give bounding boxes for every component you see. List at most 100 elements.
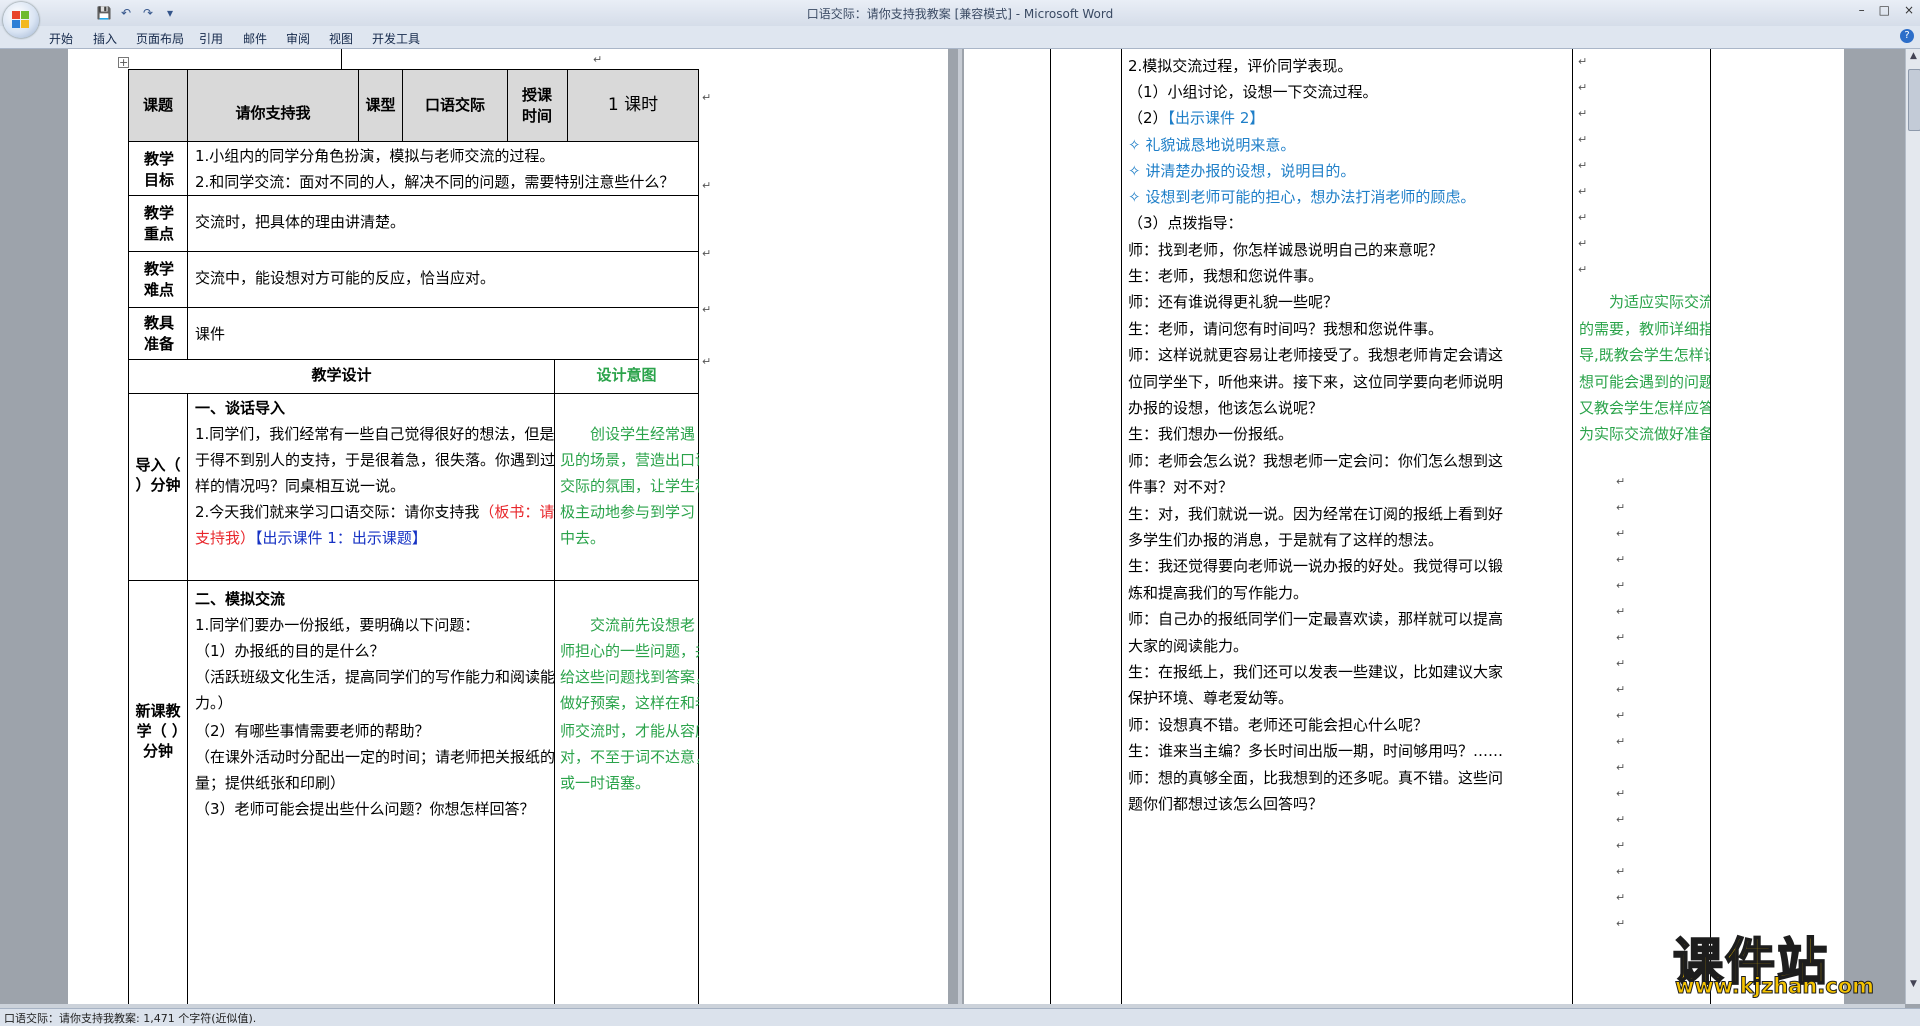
right-line: 师：这样说就更容易让老师接受了。我想老师肯定会请这 — [1128, 346, 1504, 364]
right-intent-line: 为实际交流做好准备。 — [1579, 425, 1710, 443]
window-title: 口语交际：请你支持我教案 [兼容模式] - Microsoft Word — [806, 7, 1114, 21]
tab-mailings[interactable]: 邮件 — [243, 30, 267, 47]
intro-intent-line-3: 交际的氛围，让学生积 — [560, 477, 699, 495]
right-line: （2）【出示课件 2】 — [1128, 105, 1264, 131]
right-line: 位同学坐下，听他来讲。接下来，这位同学要向老师说明 — [1128, 373, 1504, 391]
difficulty-text: 交流中，能设想对方可能的反应，恰当应对。 — [195, 269, 496, 287]
right-line: ✧ 讲清楚办报的设想，说明目的。 — [1128, 162, 1356, 180]
paragraph-mark: ↵ — [1616, 631, 1626, 644]
new-lesson-line-4: 力。） — [195, 694, 233, 712]
watermark-logo: 课件站 www.kjzhan.com — [1665, 922, 1905, 1002]
paragraph-mark: ↵ — [1616, 683, 1626, 696]
intro-intent-line-2: 见的场景，营造出口语 — [560, 451, 699, 469]
document-page-right[interactable]: 2.模拟交流过程，评价同学表现。 （1）小组讨论，设想一下交流过程。 （2）【出… — [964, 49, 1844, 1004]
tab-references[interactable]: 引用 — [199, 30, 223, 47]
time-value: 1 课时 — [607, 95, 659, 115]
right-line: 师：还有谁说得更礼貌一些呢？ — [1128, 293, 1339, 311]
new-lesson-line-3: （活跃班级文化生活，提高同学们的写作能力和阅读能 — [195, 668, 555, 686]
right-intent-line: 的需要，教师详细指 — [1579, 320, 1710, 338]
right-intent-line: 为适应实际交流 — [1609, 293, 1710, 311]
right-line: 生：在报纸上，我们还可以发表一些建议，比如建议大家 — [1128, 663, 1504, 681]
step-label: （2） — [1128, 109, 1168, 127]
tab-insert[interactable]: 插入 — [93, 30, 117, 47]
tab-view[interactable]: 视图 — [329, 30, 353, 47]
table-move-handle-icon[interactable]: + — [118, 57, 129, 68]
right-content: 2.模拟交流过程，评价同学表现。 （1）小组讨论，设想一下交流过程。 （2）【出… — [1122, 49, 1572, 1004]
split-divider[interactable] — [958, 49, 962, 1004]
new-intent-line-1: 交流前先设想老 — [590, 616, 696, 634]
cell-tools — [187, 307, 699, 360]
goal-1: 1.小组内的同学分角色扮演，模拟与老师交流的过程。 — [195, 147, 555, 165]
watermark-url: www.kjzhan.com — [1674, 974, 1875, 999]
board-note-start: （板书：请你 — [479, 503, 555, 521]
tab-page-layout[interactable]: 页面布局 — [136, 30, 184, 47]
scroll-up-icon[interactable]: ▲ — [1908, 51, 1919, 63]
intro-intent: 创设学生经常遇 见的场景，营造出口语 交际的氛围，让学生积 极主动地参与到学习 … — [554, 393, 699, 581]
new-intent-line-7: 或一时语塞。 — [560, 774, 651, 792]
design-header: 教学设计 — [311, 366, 372, 384]
table-border-right — [1710, 49, 1711, 1004]
new-lesson-line-6: （在课外活动时分配出一定的时间；请老师把关报纸的质 — [195, 748, 555, 766]
intro-line-3: 样的情况吗？同桌相互说一说。 — [195, 477, 406, 495]
time-label: 授课时间 — [521, 86, 552, 125]
new-lesson-content: 二、模拟交流 1.同学们要办一份报纸，要明确以下问题： （1）办报纸的目的是什么… — [187, 580, 555, 1004]
right-line: 保护环境、尊老爱幼等。 — [1128, 689, 1294, 707]
intro-line-1: 1.同学们，我们经常有一些自己觉得很好的想法，但是苦 — [195, 425, 555, 443]
intro-p2-text: 2.今天我们就来学习口语交际：请你支持我 — [195, 503, 480, 521]
right-intent-line: 又教会学生怎样应答, — [1579, 399, 1710, 417]
right-line: （3）点拨指导： — [1128, 214, 1243, 232]
paragraph-mark: ↵ — [1616, 761, 1626, 774]
tab-home[interactable]: 开始 — [49, 30, 73, 47]
paragraph-mark: ↵ — [1616, 475, 1626, 488]
paragraph-mark: ↵ — [1616, 657, 1626, 670]
maximize-button[interactable]: □ — [1879, 3, 1890, 17]
right-line: 生：我还觉得要向老师说一说办报的好处。我觉得可以锻 — [1128, 557, 1504, 575]
intro-label: 导入（ ）分钟 — [135, 456, 181, 494]
row-end-mark: ↵ — [702, 179, 712, 192]
help-icon[interactable]: ? — [1900, 29, 1914, 43]
scroll-thumb[interactable] — [1908, 69, 1920, 131]
right-line: 生：老师，我想和您说件事。 — [1128, 267, 1324, 285]
office-button[interactable] — [3, 2, 39, 38]
intro-line-4: 2.今天我们就来学习口语交际：请你支持我（板书：请你 — [195, 499, 555, 525]
right-line: 题你们都想过该怎么回答吗？ — [1128, 795, 1324, 813]
intro-intent-line-1: 创设学生经常遇 — [590, 425, 696, 443]
close-button[interactable]: × — [1904, 3, 1914, 17]
paragraph-mark: ↵ — [1616, 579, 1626, 592]
new-lesson-line-5: （2）有哪些事情需要老师的帮助？ — [195, 722, 430, 740]
paragraph-mark: ↵ — [1616, 501, 1626, 514]
tools-text: 课件 — [195, 325, 226, 343]
new-intent-line-6: 对，不至于词不达意， — [560, 748, 699, 766]
cell-new-label — [128, 580, 188, 1004]
right-intent: 为适应实际交流 的需要，教师详细指 导,既教会学生怎样设 想可能会遇到的问题, … — [1573, 49, 1710, 1004]
tab-developer[interactable]: 开发工具 — [372, 30, 420, 47]
paragraph-mark: ↵ — [1616, 553, 1626, 566]
paragraph-mark: ↵ — [1616, 839, 1626, 852]
right-line: 生：谁来当主编？多长时间出版一期，时间够用吗？…… — [1128, 742, 1504, 760]
document-page-left[interactable]: + ↵ 课题 请你支持我 课型 口语交际 授课时间 1 课时 教学目标 1.小组… — [68, 49, 948, 1004]
document-workspace: + ↵ 课题 请你支持我 课型 口语交际 授课时间 1 课时 教学目标 1.小组… — [0, 49, 1905, 1004]
status-text: 口语交际：请你支持我教案: 1,471 个字符(近似值). — [4, 1012, 257, 1025]
row-end-mark: ↵ — [702, 303, 712, 316]
new-intent-line-4: 做好预案，这样在和老 — [560, 694, 699, 712]
right-line: 件事？对不对？ — [1128, 478, 1234, 496]
minimize-button[interactable]: – — [1859, 3, 1865, 17]
tab-review[interactable]: 审阅 — [286, 30, 310, 47]
vertical-scrollbar[interactable]: ▲ ▼ — [1905, 49, 1920, 1004]
paragraph-mark: ↵ — [1616, 527, 1626, 540]
paragraph-mark: ↵ — [1578, 81, 1588, 94]
text-cursor — [341, 49, 342, 69]
type-value: 口语交际 — [424, 96, 485, 114]
paragraph-mark: ↵ — [1578, 107, 1588, 120]
office-logo-icon — [12, 11, 30, 29]
right-line: 师：老师会怎么说？我想老师一定会问：你们怎么想到这 — [1128, 452, 1504, 470]
new-lesson-line-7: 量；提供纸张和印刷） — [195, 774, 346, 792]
topic-value: 请你支持我 — [235, 104, 311, 122]
new-lesson-intent: 交流前先设想老 师担心的一些问题，并 给这些问题找到答案， 做好预案，这样在和老… — [554, 580, 699, 1004]
paragraph-mark: ↵ — [1616, 891, 1626, 904]
paragraph-mark: ↵ — [1578, 55, 1588, 68]
scroll-down-icon[interactable]: ▼ — [1908, 979, 1919, 991]
title-bar: 💾 ↶ ↷ ▾ 口语交际：请你支持我教案 [兼容模式] - Microsoft … — [0, 0, 1920, 27]
intro-content: 一、谈话导入 1.同学们，我们经常有一些自己觉得很好的想法，但是苦 于得不到别人… — [187, 393, 555, 581]
right-line: 师：找到老师，你怎样诚恳说明自己的来意呢？ — [1128, 241, 1444, 259]
